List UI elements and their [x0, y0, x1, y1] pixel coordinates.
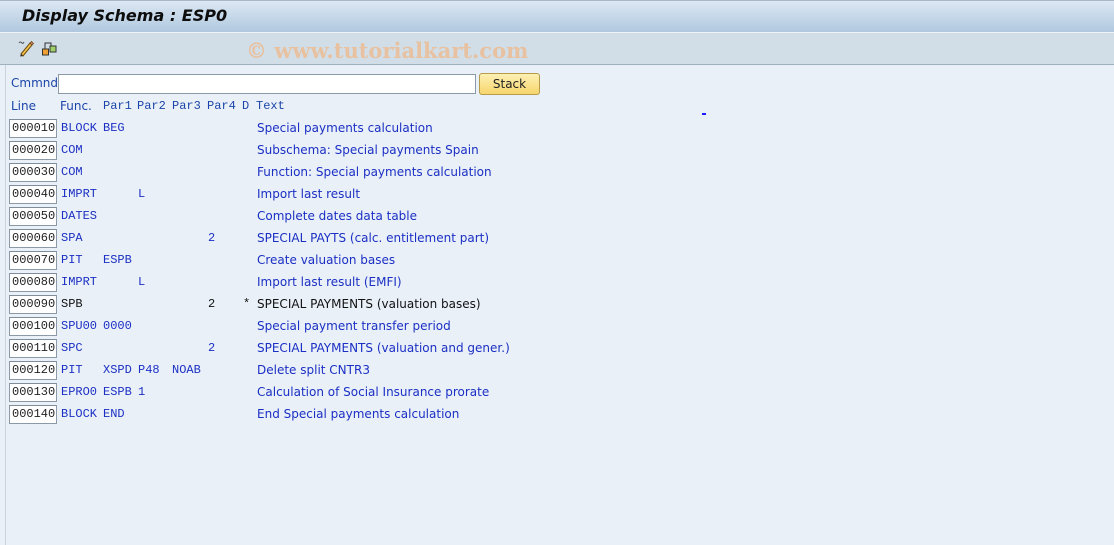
cell-func: SPC: [61, 341, 83, 355]
cell-text: Subschema: Special payments Spain: [257, 143, 479, 157]
cell-text: Calculation of Social Insurance prorate: [257, 385, 490, 399]
line-number-field[interactable]: 000010: [9, 119, 57, 138]
table-row[interactable]: 000100 SPU00 0000 Special payment transfer …: [0, 316, 1114, 338]
cell-text: Function: Special payments calculation: [257, 165, 492, 179]
table-row[interactable]: 000090 SPB 2 * SPECIAL PAYMENTS (valuation b…: [0, 294, 1114, 316]
table-row[interactable]: 000040 IMPRT L Import last result: [0, 184, 1114, 206]
cell-text: SPECIAL PAYMENTS (valuation and gener.): [257, 341, 510, 355]
table-row[interactable]: 000020 COM Subschema: Special payments Spa…: [0, 140, 1114, 162]
table-row[interactable]: 000060 SPA 2 SPECIAL PAYTS (calc. entitleme…: [0, 228, 1114, 250]
cell-par1: END: [103, 407, 125, 421]
cell-par1: ESPB: [103, 253, 132, 267]
line-number-field[interactable]: 000090: [9, 295, 57, 314]
cell-func: BLOCK: [61, 121, 98, 135]
cell-func: BLOCK: [61, 407, 98, 421]
cell-func: DATES: [61, 209, 98, 223]
cell-text: Special payments calculation: [257, 121, 433, 135]
cell-par1: XSPD: [103, 363, 132, 377]
header-line: Line: [11, 99, 37, 113]
cell-par2: L: [138, 275, 146, 289]
cell-func: PIT: [61, 363, 83, 377]
mouse-cursor-artifact: [702, 113, 706, 115]
cell-par1: 0000: [103, 319, 132, 333]
table-row[interactable]: 000130 EPRO0 ESPB 1 Calculation of Social In…: [0, 382, 1114, 404]
header-par3: Par3: [172, 99, 201, 113]
line-number-field[interactable]: 000050: [9, 207, 57, 226]
cell-text: Complete dates data table: [257, 209, 418, 223]
cell-par4: 2: [208, 341, 216, 355]
cell-func: COM: [61, 165, 83, 179]
cell-text: SPECIAL PAYTS (calc. entitlement part): [257, 231, 490, 245]
table-row[interactable]: 000080 IMPRT L Import last result (EMFI): [0, 272, 1114, 294]
title-bar: Display Schema : ESP0: [0, 0, 1114, 32]
line-number-field[interactable]: 000030: [9, 163, 57, 182]
command-input[interactable]: [58, 74, 476, 94]
cell-func: SPU00: [61, 319, 98, 333]
header-par1: Par1: [103, 99, 132, 113]
page-title: Display Schema : ESP0: [22, 6, 228, 25]
line-number-field[interactable]: 000140: [9, 405, 57, 424]
line-number-field[interactable]: 000110: [9, 339, 57, 358]
cell-text: Import last result (EMFI): [257, 275, 402, 289]
cell-func: IMPRT: [61, 187, 98, 201]
cell-func: PIT: [61, 253, 83, 267]
line-number-field[interactable]: 000020: [9, 141, 57, 160]
table-row[interactable]: 000010 BLOCK BEG Special payments calculati…: [0, 118, 1114, 140]
hierarchy-icon[interactable]: [41, 39, 59, 57]
watermark: © www.tutorialkart.com: [246, 38, 529, 63]
table-row[interactable]: 000110 SPC 2 SPECIAL PAYMENTS (valuation an…: [0, 338, 1114, 360]
header-text: Text: [256, 99, 285, 113]
line-number-field[interactable]: 000070: [9, 251, 57, 270]
cell-func: COM: [61, 143, 83, 157]
cell-text: Special payment transfer period: [257, 319, 451, 333]
header-par2: Par2: [137, 99, 166, 113]
header-par4: Par4: [207, 99, 236, 113]
cell-par1: ESPB: [103, 385, 132, 399]
cell-text: Import last result: [257, 187, 361, 201]
line-number-field[interactable]: 000040: [9, 185, 57, 204]
cell-par1: BEG: [103, 121, 125, 135]
stack-button[interactable]: Stack: [479, 73, 540, 95]
table-row[interactable]: 000050 DATES Complete dates data table: [0, 206, 1114, 228]
table-row[interactable]: 000030 COM Function: Special payments calc…: [0, 162, 1114, 184]
cell-d: *: [243, 297, 251, 311]
table-row[interactable]: 000070 PIT ESPB Create valuation bases: [0, 250, 1114, 272]
table-row[interactable]: 000140 BLOCK END End Special payments calcu…: [0, 404, 1114, 426]
cell-par2: 1: [138, 385, 146, 399]
header-d: D: [242, 99, 250, 113]
line-number-field[interactable]: 000120: [9, 361, 57, 380]
cell-func: SPB: [61, 297, 83, 311]
line-number-field[interactable]: 000080: [9, 273, 57, 292]
line-number-field[interactable]: 000100: [9, 317, 57, 336]
application-toolbar: © www.tutorialkart.com: [0, 32, 1114, 65]
cell-func: EPRO0: [61, 385, 98, 399]
cell-text: SPECIAL PAYMENTS (valuation bases): [257, 297, 481, 311]
cell-par2: P48: [138, 363, 160, 377]
cell-par2: L: [138, 187, 146, 201]
table-row[interactable]: 000120 PIT XSPD P48 NOAB Delete split CNTR3: [0, 360, 1114, 382]
cell-par4: 2: [208, 231, 216, 245]
line-number-field[interactable]: 000130: [9, 383, 57, 402]
command-label: Cmmnd: [11, 76, 58, 90]
cell-text: Create valuation bases: [257, 253, 396, 267]
header-func: Func.: [60, 99, 92, 113]
cell-func: IMPRT: [61, 275, 98, 289]
cell-par4: 2: [208, 297, 216, 311]
display-change-icon[interactable]: [17, 39, 35, 57]
cell-par3: NOAB: [172, 363, 201, 377]
cell-func: SPA: [61, 231, 83, 245]
cell-text: End Special payments calculation: [257, 407, 460, 421]
line-number-field[interactable]: 000060: [9, 229, 57, 248]
cell-text: Delete split CNTR3: [257, 363, 370, 377]
